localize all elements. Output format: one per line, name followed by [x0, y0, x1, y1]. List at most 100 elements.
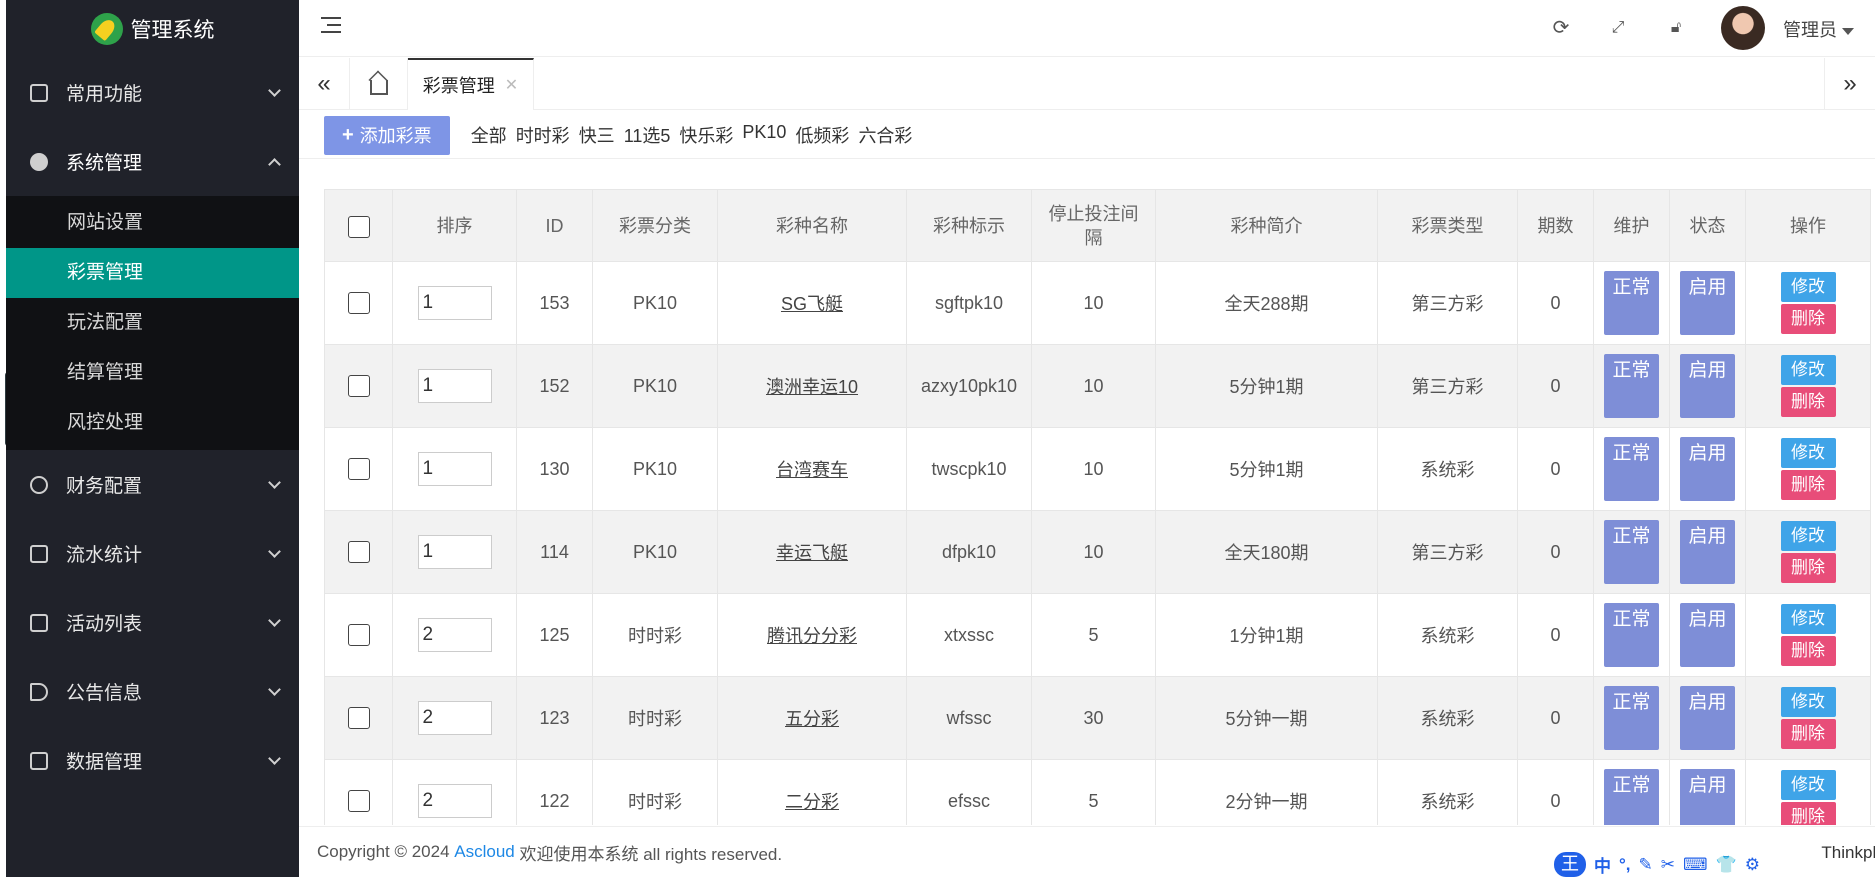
lottery-name-link[interactable]: 五分彩 — [785, 709, 839, 729]
filter-link[interactable]: 时时彩 — [516, 122, 570, 148]
filter-link[interactable]: 低频彩 — [795, 122, 849, 148]
lock-icon[interactable]: 🔓︎ — [1665, 16, 1687, 38]
ime-keyboard-icon[interactable]: ⌨ — [1683, 855, 1708, 875]
lottery-name-link[interactable]: 二分彩 — [785, 792, 839, 812]
sidebar-group-6[interactable]: 数据管理 — [6, 726, 299, 795]
fullscreen-icon[interactable]: ⤢ — [1607, 16, 1629, 38]
status-toggle-button[interactable]: 启用 — [1680, 520, 1735, 584]
sidebar-item-2[interactable]: 玩法配置 — [6, 298, 299, 348]
lottery-name-link[interactable]: 澳洲幸运10 — [766, 377, 858, 397]
row-checkbox[interactable] — [347, 375, 370, 398]
status-toggle-button[interactable]: 启用 — [1680, 603, 1735, 667]
delete-button[interactable]: 删除 — [1780, 304, 1836, 334]
edit-button[interactable]: 修改 — [1780, 272, 1836, 302]
ime-punctuation-icon[interactable]: °, — [1619, 855, 1631, 875]
sort-input[interactable] — [417, 784, 492, 818]
maintain-toggle-button[interactable]: 正常 — [1604, 686, 1659, 750]
name-cell: 二分彩 — [717, 759, 907, 825]
sidebar-item-1[interactable]: 彩票管理 — [6, 248, 299, 298]
tab-lottery-management[interactable]: 彩票管理 ✕ — [408, 58, 534, 110]
lottery-name-link[interactable]: 幸运飞艇 — [776, 543, 848, 563]
row-checkbox[interactable] — [347, 624, 370, 647]
ime-settings-icon[interactable]: ⚙ — [1745, 855, 1760, 875]
ime-scissors-icon[interactable]: ✂ — [1661, 855, 1675, 875]
filter-link[interactable]: PK10 — [742, 122, 786, 148]
ime-chinese-icon[interactable]: 中 — [1594, 852, 1611, 877]
maintain-toggle-button[interactable]: 正常 — [1604, 603, 1659, 667]
delete-button[interactable]: 删除 — [1780, 387, 1836, 417]
menu-toggle-icon[interactable] — [321, 17, 341, 35]
refresh-icon[interactable]: ⟳ — [1550, 16, 1572, 38]
row-checkbox[interactable] — [347, 707, 370, 730]
edit-button[interactable]: 修改 — [1780, 438, 1836, 468]
delete-button[interactable]: 删除 — [1780, 636, 1836, 666]
id-cell: 153 — [516, 261, 593, 345]
sort-input[interactable] — [417, 535, 492, 569]
lottery-name-link[interactable]: 腾讯分分彩 — [767, 626, 857, 646]
sidebar-nav: 常用功能 系统管理 网站设置 彩票管理 玩法配置 结算管理 风控处理 财务配置 流水统计 活动列表… — [6, 58, 299, 795]
delete-button[interactable]: 删除 — [1780, 802, 1836, 825]
lottery-name-link[interactable]: 台湾赛车 — [776, 460, 848, 480]
maintain-toggle-button[interactable]: 正常 — [1604, 520, 1659, 584]
status-toggle-button[interactable]: 启用 — [1680, 354, 1735, 418]
maintain-toggle-button[interactable]: 正常 — [1604, 354, 1659, 418]
row-checkbox[interactable] — [347, 790, 370, 813]
status-toggle-button[interactable]: 启用 — [1680, 686, 1735, 750]
edit-button[interactable]: 修改 — [1780, 770, 1836, 800]
tabs-scroll-left-icon[interactable]: « — [299, 58, 350, 110]
tabs-scroll-right-icon[interactable]: » — [1824, 58, 1875, 110]
delete-button[interactable]: 删除 — [1780, 719, 1836, 749]
edit-button[interactable]: 修改 — [1780, 687, 1836, 717]
add-lottery-button[interactable]: + 添加彩票 — [324, 115, 450, 155]
edit-button[interactable]: 修改 — [1780, 604, 1836, 634]
delete-button[interactable]: 删除 — [1780, 553, 1836, 583]
sidebar-group-2[interactable]: 财务配置 — [6, 450, 299, 519]
sidebar-group-0[interactable]: 常用功能 — [6, 58, 299, 127]
table-row: 125时时彩腾讯分分彩xtxssc51分钟1期系统彩0正常启用修改删除 — [324, 593, 1871, 677]
edit-button[interactable]: 修改 — [1780, 355, 1836, 385]
sidebar-item-4[interactable]: 风控处理 — [6, 398, 299, 448]
status-toggle-button[interactable]: 启用 — [1680, 437, 1735, 501]
sidebar-group-3[interactable]: 流水统计 — [6, 519, 299, 588]
filter-link[interactable]: 快三 — [579, 122, 615, 148]
column-header: 彩票类型 — [1377, 189, 1518, 262]
user-menu[interactable]: 管理员 — [1783, 16, 1854, 42]
row-checkbox[interactable] — [347, 458, 370, 481]
status-toggle-button[interactable]: 启用 — [1680, 271, 1735, 335]
ime-skin-icon[interactable]: 👕 — [1716, 855, 1737, 875]
lottery-name-link[interactable]: SG飞艇 — [781, 294, 843, 314]
filter-link[interactable]: 快乐彩 — [679, 122, 733, 148]
sort-input[interactable] — [417, 452, 492, 486]
filter-link[interactable]: 全部 — [471, 122, 507, 148]
logo[interactable]: 管理系统 — [6, 0, 299, 58]
sidebar-group-4[interactable]: 活动列表 — [6, 588, 299, 657]
home-tab[interactable] — [350, 58, 408, 110]
ime-logo-icon[interactable]: 王 — [1554, 852, 1586, 877]
filter-link[interactable]: 六合彩 — [858, 122, 912, 148]
maintain-toggle-button[interactable]: 正常 — [1604, 769, 1659, 825]
close-icon[interactable]: ✕ — [505, 75, 518, 95]
sidebar-group-1[interactable]: 系统管理 — [6, 127, 299, 196]
select-all-checkbox[interactable] — [347, 215, 370, 238]
filter-link[interactable]: 11选5 — [624, 122, 671, 148]
sort-input[interactable] — [417, 701, 492, 735]
tools-icon — [30, 751, 48, 770]
row-checkbox[interactable] — [347, 292, 370, 315]
ime-pen-icon[interactable]: ✎ — [1639, 855, 1653, 875]
sidebar-item-3[interactable]: 结算管理 — [6, 348, 299, 398]
maintain-toggle-button[interactable]: 正常 — [1604, 271, 1659, 335]
edit-button[interactable]: 修改 — [1780, 521, 1836, 551]
status-toggle-button[interactable]: 启用 — [1680, 769, 1735, 825]
avatar[interactable] — [1721, 6, 1765, 50]
ascloud-link[interactable]: Ascloud — [454, 842, 514, 862]
sort-input[interactable] — [417, 618, 492, 652]
issues-cell: 0 — [1517, 676, 1594, 760]
sidebar-item-0[interactable]: 网站设置 — [6, 198, 299, 248]
sort-input[interactable] — [417, 286, 492, 320]
sidebar-group-5[interactable]: 公告信息 — [6, 657, 299, 726]
row-checkbox[interactable] — [347, 541, 370, 564]
sort-input[interactable] — [417, 369, 492, 403]
column-header: 停止投注间隔 — [1031, 189, 1156, 262]
delete-button[interactable]: 删除 — [1780, 470, 1836, 500]
maintain-toggle-button[interactable]: 正常 — [1604, 437, 1659, 501]
